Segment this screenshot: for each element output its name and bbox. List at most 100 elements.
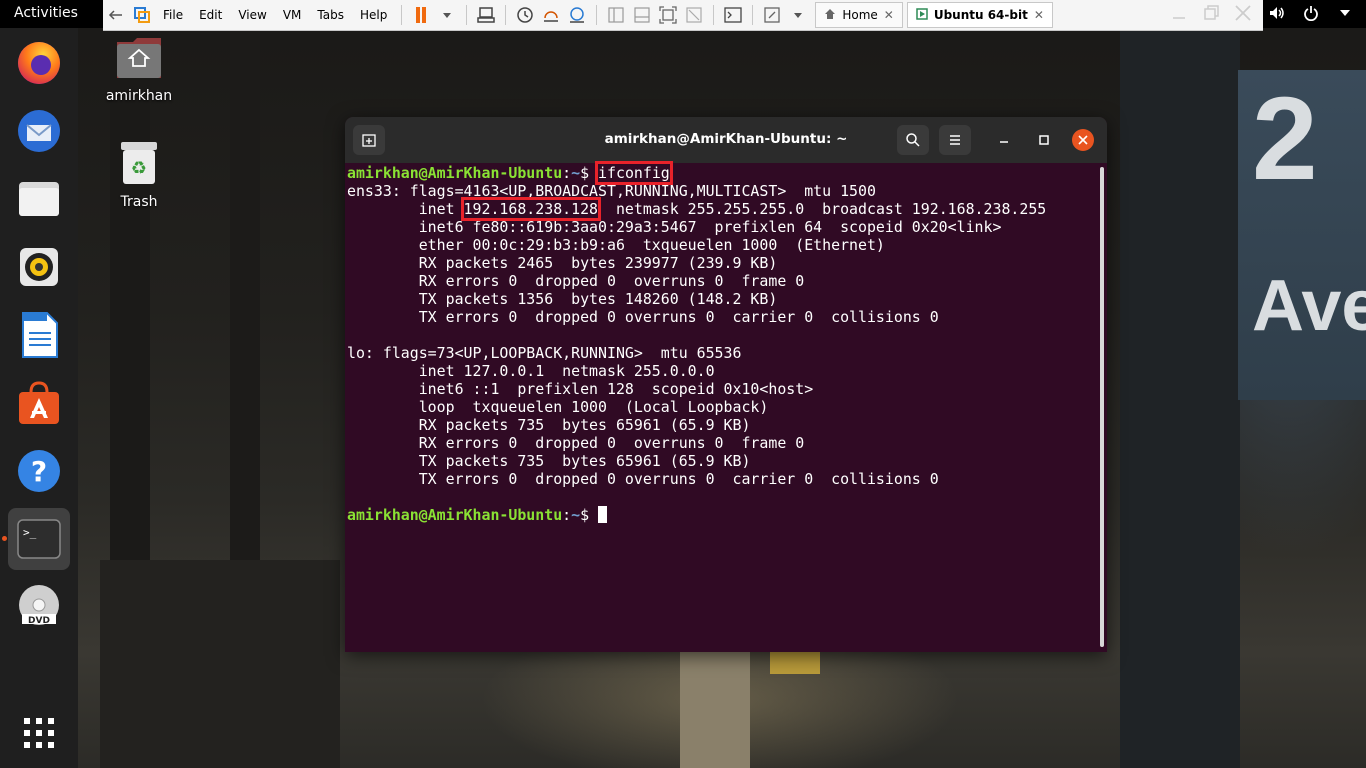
output-line: RX errors 0 dropped 0 overruns 0 frame 0	[347, 434, 805, 452]
revert-snapshot-icon[interactable]	[541, 5, 561, 25]
output-line: inet6 ::1 prefixlen 128 scopeid 0x10<hos…	[347, 380, 814, 398]
output-line: inet6 fe80::619b:3aa0:29a3:5467 prefixle…	[347, 218, 1002, 236]
output-line: RX errors 0 dropped 0 overruns 0 frame 0	[347, 272, 805, 290]
tab-ubuntu[interactable]: Ubuntu 64-bit ✕	[906, 2, 1053, 28]
output-line: TX errors 0 dropped 0 overruns 0 carrier…	[347, 308, 939, 326]
menu-help[interactable]: Help	[360, 8, 387, 22]
command-text: ifconfig	[595, 161, 673, 185]
ip-address: 192.168.238.128	[460, 197, 602, 221]
output-line: RX packets 2465 bytes 239977 (239.9 KB)	[347, 254, 778, 272]
inet-rest: netmask 255.255.255.0 broadcast 192.168.…	[598, 200, 1047, 218]
separator	[596, 5, 598, 25]
close-icon	[1078, 135, 1088, 145]
menu-button[interactable]	[939, 125, 971, 155]
tab-home-label: Home	[842, 8, 878, 22]
dock-libreoffice-writer[interactable]	[8, 304, 70, 366]
thumbnail-bar-icon[interactable]	[632, 5, 652, 25]
send-ctrl-alt-del-icon[interactable]	[476, 5, 496, 25]
output-line: loop txqueuelen 1000 (Local Loopback)	[347, 398, 769, 416]
dock-thunderbird[interactable]	[8, 100, 70, 162]
desktop-home-folder[interactable]: amirkhan	[99, 36, 179, 104]
menu-vm[interactable]: VM	[283, 8, 302, 22]
dock-dvd[interactable]: DVD	[8, 576, 70, 638]
restore-icon[interactable]	[1200, 2, 1222, 28]
maximize-button[interactable]	[1033, 129, 1055, 151]
terminal-output[interactable]: amirkhan@AmirKhan-Ubuntu:~$ ifconfig ens…	[347, 161, 1095, 650]
snapshot-icon[interactable]	[515, 5, 535, 25]
firefox-icon	[18, 42, 60, 84]
menu-file[interactable]: File	[163, 8, 183, 22]
terminal-window[interactable]: amirkhan@AmirKhan-Ubuntu: ~ amirkhan@Ami…	[345, 117, 1107, 652]
show-library-icon[interactable]	[606, 5, 626, 25]
dock-rhythmbox[interactable]	[8, 236, 70, 298]
dvd-icon: DVD	[19, 585, 59, 626]
minimize-icon[interactable]	[1168, 2, 1190, 28]
power-icon[interactable]	[1302, 4, 1320, 22]
show-applications-button[interactable]	[8, 702, 70, 764]
dock-ubuntu-software[interactable]	[8, 372, 70, 434]
separator	[401, 5, 403, 25]
snapshot-manager-icon[interactable]	[567, 5, 587, 25]
dock-terminal[interactable]: >_	[8, 508, 70, 570]
home-folder-icon	[117, 38, 161, 78]
output-line: TX packets 735 bytes 65961 (65.9 KB)	[347, 452, 751, 470]
prompt-dollar: $	[580, 164, 599, 182]
separator	[752, 5, 754, 25]
suspend-icon[interactable]	[411, 5, 431, 25]
terminal-icon: >_	[17, 519, 61, 559]
minimize-button[interactable]	[993, 129, 1015, 151]
full-screen-icon[interactable]	[658, 5, 678, 25]
view-dropdown-icon[interactable]	[788, 5, 808, 25]
output-line: ens33: flags=4163<UP,BROADCAST,RUNNING,M…	[347, 182, 876, 200]
running-indicator	[2, 536, 7, 541]
dock-help[interactable]: ?	[8, 440, 70, 502]
unity-icon[interactable]	[684, 5, 704, 25]
output-line: inet 192.168.238.128 netmask 255.255.255…	[347, 197, 1095, 221]
maximize-icon	[1039, 135, 1049, 145]
vm-tab-icon	[916, 7, 928, 23]
terminal-titlebar[interactable]: amirkhan@AmirKhan-Ubuntu: ~	[345, 117, 1107, 163]
collapse-library-icon[interactable]	[106, 5, 126, 25]
menu-view[interactable]: View	[238, 8, 266, 22]
prompt-path: ~	[571, 164, 581, 182]
tab-home[interactable]: Home ✕	[815, 2, 903, 28]
ubuntu-dock: ? >_ DVD	[0, 28, 78, 768]
chevron-down-icon[interactable]	[1336, 4, 1354, 22]
close-button[interactable]	[1072, 129, 1094, 151]
power-dropdown-icon[interactable]	[437, 5, 457, 25]
svg-text:♻: ♻	[131, 158, 147, 179]
activities-button[interactable]: Activities	[14, 5, 78, 21]
search-button[interactable]	[897, 125, 929, 155]
vmware-window-controls	[1168, 0, 1254, 30]
desktop-trash[interactable]: ♻ Trash	[99, 140, 179, 210]
output-line: ether 00:0c:29:b3:b9:a6 txqueuelen 1000 …	[347, 236, 885, 254]
dock-files[interactable]	[8, 168, 70, 230]
tab-ubuntu-label: Ubuntu 64-bit	[933, 8, 1028, 22]
prompt-separator: :	[562, 506, 572, 524]
folder-icon	[19, 182, 59, 216]
separator	[466, 5, 468, 25]
volume-icon[interactable]	[1268, 4, 1286, 22]
scrollbar[interactable]	[1100, 167, 1104, 647]
home-folder-label: amirkhan	[105, 88, 173, 104]
output-line: RX packets 735 bytes 65961 (65.9 KB)	[347, 416, 751, 434]
home-icon	[824, 8, 836, 23]
prompt-user: amirkhan@AmirKhan-Ubuntu	[347, 506, 563, 524]
output-line: lo: flags=73<UP,LOOPBACK,RUNNING> mtu 65…	[347, 344, 742, 362]
trash-icon: ♻	[121, 142, 157, 184]
menu-tabs[interactable]: Tabs	[317, 8, 344, 22]
hamburger-icon	[950, 135, 960, 145]
svg-text:?: ?	[31, 455, 47, 488]
close-icon[interactable]: ✕	[1034, 8, 1044, 22]
stretch-view-icon[interactable]	[762, 5, 782, 25]
console-view-icon[interactable]	[723, 5, 743, 25]
svg-text:>_: >_	[23, 526, 37, 539]
close-icon[interactable]: ✕	[884, 8, 894, 22]
text-cursor	[598, 506, 608, 523]
separator	[713, 5, 715, 25]
close-icon[interactable]	[1232, 2, 1254, 28]
menu-edit[interactable]: Edit	[199, 8, 222, 22]
dock-firefox[interactable]	[8, 32, 70, 94]
prompt-line: amirkhan@AmirKhan-Ubuntu:~$	[347, 506, 1095, 524]
